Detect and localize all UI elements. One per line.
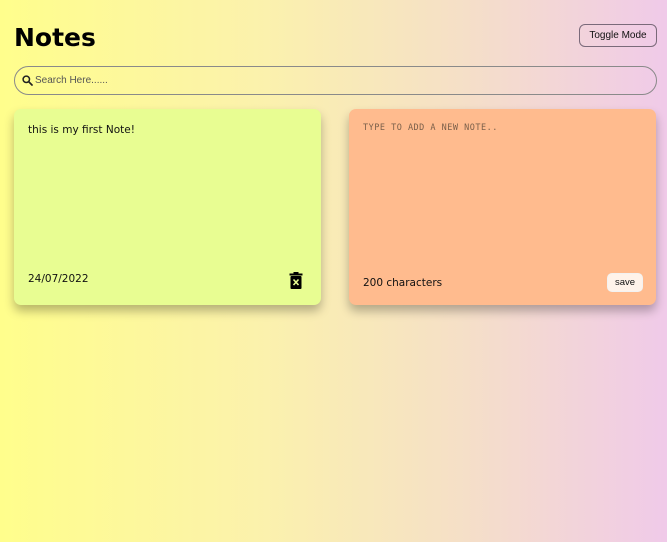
note-card: this is my first Note! 24/07/2022 — [14, 109, 321, 305]
trash-icon[interactable] — [289, 272, 303, 289]
note-text: this is my first Note! — [28, 124, 135, 136]
characters-remaining: 200 characters — [363, 277, 443, 289]
note-date: 24/07/2022 — [28, 273, 89, 285]
page-title: Notes — [14, 23, 96, 52]
search-icon — [21, 75, 33, 87]
search-input[interactable] — [35, 70, 625, 91]
save-button[interactable]: save — [607, 273, 643, 292]
search-bar[interactable] — [14, 66, 657, 95]
new-note-textarea[interactable] — [363, 123, 641, 253]
toggle-mode-button[interactable]: Toggle Mode — [579, 24, 657, 47]
new-note-card: 200 characters save — [349, 109, 656, 305]
header: Notes Toggle Mode — [14, 20, 657, 60]
